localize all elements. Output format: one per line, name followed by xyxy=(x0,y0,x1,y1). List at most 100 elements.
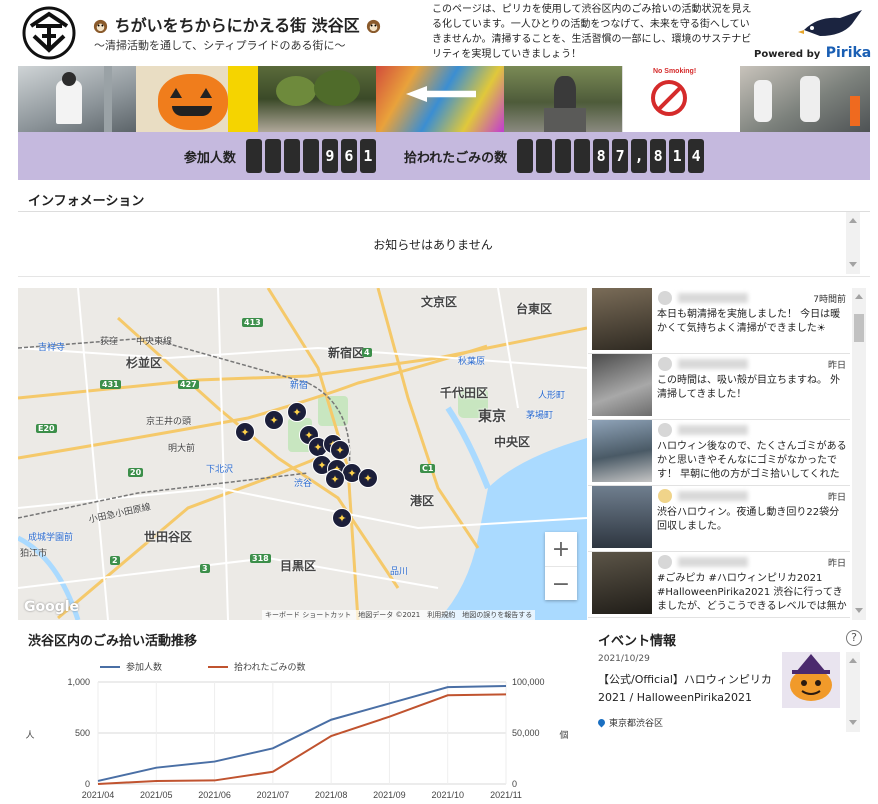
activity-pin-icon[interactable]: ✦ xyxy=(287,402,307,422)
station-label: 人形町 xyxy=(538,391,566,401)
avatar xyxy=(658,423,672,437)
feed-post[interactable]: 昨日 #ごみピカ #ハロウィンピリカ2021 #HalloweenPirika2… xyxy=(588,552,850,618)
activity-pin-icon[interactable]: ✦ xyxy=(330,440,350,460)
photo-volunteers-railing xyxy=(740,66,870,132)
activity-pin-icon[interactable]: ✦ xyxy=(235,422,255,442)
feed-scrollbar[interactable] xyxy=(852,288,866,620)
counter-digit: , xyxy=(631,139,648,173)
powered-by-text: Powered by xyxy=(754,49,821,60)
station-label: 品川 xyxy=(390,567,409,577)
station-label: 荻窪 xyxy=(100,337,119,347)
counter-digit xyxy=(264,139,281,173)
information-scrollbar[interactable] xyxy=(846,212,860,274)
counter-digit: 1 xyxy=(359,139,376,173)
avatar xyxy=(658,291,672,305)
map-label: 港区 xyxy=(410,494,435,508)
litter-count-label: 拾われたごみの数 xyxy=(403,150,508,166)
map-attribution[interactable]: キーボード ショートカット 地図データ ©2021 利用規約 地図の誤りを報告す… xyxy=(262,610,536,620)
y2-tick-label: 50,000 xyxy=(512,728,540,738)
counter-digit: 4 xyxy=(688,139,705,173)
activity-pin-icon[interactable]: ✦ xyxy=(264,410,284,430)
feed-post[interactable]: 7時間前 本日も朝清掃を実施しました！ 今日は暖かくて気持ちよく清掃ができました… xyxy=(588,288,850,354)
post-username-blurred xyxy=(678,425,748,435)
series-line-litter xyxy=(97,693,507,785)
counter-digit xyxy=(283,139,300,173)
activity-pin-icon[interactable]: ✦ xyxy=(325,469,345,489)
event-name-link[interactable]: 【公式/Official】ハロウィンピリカ2021 / HalloweenPir… xyxy=(598,671,780,707)
x-tick-label: 2021/07 xyxy=(257,790,290,800)
page-title: ちがいをちからにかえる街 渋谷区 xyxy=(92,12,382,36)
counter-digit: 7 xyxy=(612,139,629,173)
route-shield: E20 xyxy=(36,424,57,433)
post-time: 昨日 xyxy=(827,493,846,503)
avatar xyxy=(658,357,672,371)
route-shield: 318 xyxy=(250,554,271,563)
avatar xyxy=(658,555,672,569)
station-label: 京王井の頭 xyxy=(146,417,192,427)
station-label: 新宿 xyxy=(290,381,309,391)
route-shield: 431 xyxy=(100,380,121,389)
bird-logo-icon xyxy=(798,10,862,36)
y2-tick-label: 0 xyxy=(512,779,517,789)
activity-pin-icon[interactable]: ✦ xyxy=(358,468,378,488)
help-icon[interactable]: ? xyxy=(846,630,862,646)
post-text: 渋谷ハロウィン。夜通し動き回り22袋分回収しました。 xyxy=(657,507,840,532)
activity-counter-band: 参加人数 9 6 1 拾われたごみの数 8 7 , 8 1 4 xyxy=(18,132,870,180)
photo-cleanup-railing xyxy=(18,66,136,132)
scroll-down-arrow-icon[interactable] xyxy=(855,608,863,613)
activity-feed: 7時間前 本日も朝清掃を実施しました！ 今日は暖かくて気持ちよく清掃ができました… xyxy=(588,288,870,620)
x-tick-label: 2021/09 xyxy=(373,790,406,800)
pirika-brand[interactable]: Powered by Pirika xyxy=(750,8,871,61)
station-label: 茅場町 xyxy=(526,411,554,421)
scrollbar-thumb[interactable] xyxy=(854,314,864,342)
y-tick-label: 1,000 xyxy=(67,677,90,687)
counter-digit: 1 xyxy=(669,139,686,173)
event-date: 2021/10/29 xyxy=(598,654,650,664)
post-photo[interactable] xyxy=(592,420,652,482)
activity-trend-chart: 0 500 1,000 0 50,000 100,000 人 個 2021/04 2021/05 2… xyxy=(25,661,568,800)
post-username-blurred xyxy=(678,293,748,303)
post-time: 7時間前 xyxy=(813,295,846,305)
scroll-up-arrow-icon[interactable] xyxy=(849,658,857,663)
post-photo[interactable] xyxy=(592,354,652,416)
scroll-down-arrow-icon[interactable] xyxy=(849,720,857,725)
station-label: 成城学園前 xyxy=(28,533,74,543)
legend-label: 参加人数 xyxy=(126,661,162,673)
post-photo[interactable] xyxy=(592,288,652,350)
feed-post[interactable]: 昨日 この時間は、吸い殻が目立ちますね。 外清掃してきました！ xyxy=(588,354,850,420)
post-time: 昨日 xyxy=(827,361,846,371)
post-text: ハロウィン後なので、たくさんゴミがあるかと思いきやそんなにゴミがなかったです！ … xyxy=(657,441,847,480)
post-photo[interactable] xyxy=(592,486,652,548)
station-label: 下北沢 xyxy=(206,465,234,475)
post-username-blurred xyxy=(678,491,748,501)
counter-digit: 9 xyxy=(321,139,338,173)
y-tick-label: 500 xyxy=(75,728,90,738)
google-logo[interactable]: Google xyxy=(24,599,79,615)
route-shield: 2 xyxy=(110,556,120,565)
litter-counter: 8 7 , 8 1 4 xyxy=(517,139,705,173)
y-axis-label: 人 xyxy=(25,730,34,741)
scroll-down-arrow-icon[interactable] xyxy=(849,262,857,267)
y-tick-label: 0 xyxy=(85,779,90,789)
post-photo[interactable] xyxy=(592,552,652,614)
scroll-up-arrow-icon[interactable] xyxy=(855,294,863,299)
route-shield: 20 xyxy=(128,468,144,477)
x-tick-label: 2021/08 xyxy=(315,790,348,800)
post-username-blurred xyxy=(678,557,748,567)
station-label: 秋葉原 xyxy=(458,357,486,367)
activity-map[interactable]: 文京区 台東区 杉並区 新宿区 千代田区 東京 中央区 港区 世田谷区 目黒区 … xyxy=(18,288,587,620)
scroll-up-arrow-icon[interactable] xyxy=(849,218,857,223)
x-tick-label: 2021/05 xyxy=(140,790,173,800)
feed-post[interactable]: ハロウィン後なので、たくさんゴミがあるかと思いきやそんなにゴミがなかったです！ … xyxy=(588,420,850,486)
activity-pin-icon[interactable]: ✦ xyxy=(332,508,352,528)
feed-post[interactable]: 昨日 渋谷ハロウィン。夜通し動き回り22袋分回収しました。 xyxy=(588,486,850,552)
events-scrollbar[interactable] xyxy=(846,652,860,732)
route-shield: 4 xyxy=(362,348,372,357)
event-pumpkin-image[interactable] xyxy=(782,652,840,708)
route-shield: 427 xyxy=(178,380,199,389)
station-label: 狛江市 xyxy=(20,549,48,559)
counter-digit: 8 xyxy=(593,139,610,173)
zoom-in-button[interactable]: + xyxy=(545,532,577,566)
map-label: 世田谷区 xyxy=(144,530,193,544)
zoom-out-button[interactable]: − xyxy=(545,567,577,601)
